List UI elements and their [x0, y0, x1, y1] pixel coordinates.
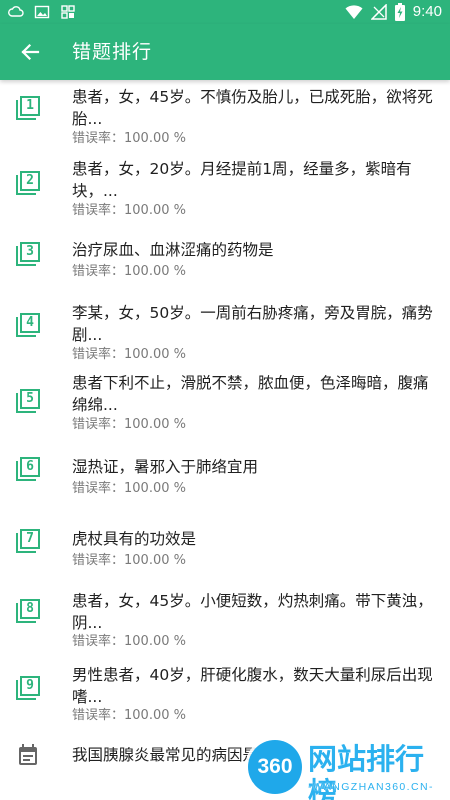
wifi-icon [345, 5, 363, 19]
cloud-icon [8, 6, 24, 17]
rank-badge-icon: 4 [16, 313, 40, 337]
back-button[interactable] [10, 32, 50, 72]
list-item[interactable]: 8 患者，女，45岁。小便短数，灼热刺痛。带下黄浊，阴... 错误率：100.0… [0, 580, 450, 656]
list-item[interactable]: 5 患者下利不止，滑脱不禁，脓血便，色泽晦暗，腹痛绵绵... 错误率：100.0… [0, 364, 450, 440]
rank-badge-icon: 3 [16, 242, 40, 266]
question-text: 湿热证，暑邪入于肺络宜用 [72, 458, 259, 476]
image-icon [34, 5, 50, 19]
arrow-left-icon [21, 43, 40, 61]
rank-badge-icon: 1 [16, 96, 40, 120]
error-rate: 错误率：100.00 % [72, 203, 186, 218]
error-rate: 错误率：100.00 % [72, 481, 186, 496]
page-title: 错题排行 [72, 41, 153, 63]
question-text: 虎杖具有的功效是 [72, 530, 197, 548]
status-time: 9:40 [412, 3, 442, 20]
question-text: 患者，女，20岁。月经提前1周，经量多，紫暗有块，... [72, 160, 412, 200]
status-bar: 9:40 [0, 0, 450, 24]
question-text: 李某，女，50岁。一周前右胁疼痛，旁及胃脘，痛势剧... [72, 304, 433, 344]
watermark-badge: 360 [248, 740, 302, 794]
rank-badge-icon: 5 [16, 389, 40, 413]
status-left-icons [8, 4, 76, 20]
list-item[interactable]: 2 患者，女，20岁。月经提前1周，经量多，紫暗有块，... 错误率：100.0… [0, 152, 450, 224]
question-text: 患者下利不止，滑脱不禁，脓血便，色泽晦暗，腹痛绵绵... [72, 374, 429, 414]
watermark-logo: 360 网站排行榜 -WANGZHAN360.CN- [236, 734, 450, 800]
error-rate: 错误率：100.00 % [72, 264, 186, 279]
status-right-icons: 9:40 [345, 2, 442, 22]
rank-badge-icon: 2 [16, 171, 40, 195]
watermark-subtitle: -WANGZHAN360.CN- [308, 781, 434, 793]
calendar-icon [19, 744, 37, 765]
list-item[interactable]: 4 李某，女，50岁。一周前右胁疼痛，旁及胃脘，痛势剧... 错误率：100.0… [0, 286, 450, 364]
wrong-question-list: 1 患者，女，45岁。不慎伤及胎儿，已成死胎，欲将死胎... 错误率：100.0… [0, 80, 450, 800]
battery-charging-icon [394, 3, 405, 21]
error-rate: 错误率：100.00 % [72, 417, 186, 432]
signal-icon [370, 4, 387, 20]
error-rate: 错误率：100.00 % [72, 553, 186, 568]
error-rate: 错误率：100.00 % [72, 131, 186, 146]
list-item[interactable]: 9 男性患者，40岁，肝硬化腹水，数天大量利尿后出现嗜... 错误率：100.0… [0, 656, 450, 730]
list-item[interactable]: 6 湿热证，暑邪入于肺络宜用 错误率：100.00 % [0, 440, 450, 510]
error-rate: 错误率：100.00 % [72, 708, 186, 723]
question-text: 患者，女，45岁。小便短数，灼热刺痛。带下黄浊，阴... [72, 592, 433, 632]
list-item[interactable]: 7 虎杖具有的功效是 错误率：100.00 % [0, 510, 450, 580]
list-item[interactable]: 3 治疗尿血、血淋涩痛的药物是 错误率：100.00 % [0, 224, 450, 286]
app-bar: 错题排行 [0, 24, 450, 80]
question-text: 男性患者，40岁，肝硬化腹水，数天大量利尿后出现嗜... [72, 666, 433, 706]
grid-icon [61, 5, 75, 19]
rank-badge-icon: 7 [16, 529, 40, 553]
list-item[interactable]: 1 患者，女，45岁。不慎伤及胎儿，已成死胎，欲将死胎... 错误率：100.0… [0, 80, 450, 152]
rank-badge-icon: 8 [16, 599, 40, 623]
error-rate: 错误率：100.00 % [72, 347, 186, 362]
error-rate: 错误率：100.00 % [72, 634, 186, 649]
rank-badge-icon: 9 [16, 676, 40, 700]
question-text: 患者，女，45岁。不慎伤及胎儿，已成死胎，欲将死胎... [72, 88, 433, 128]
rank-badge-icon: 6 [16, 457, 40, 481]
question-text: 治疗尿血、血淋涩痛的药物是 [72, 241, 274, 259]
